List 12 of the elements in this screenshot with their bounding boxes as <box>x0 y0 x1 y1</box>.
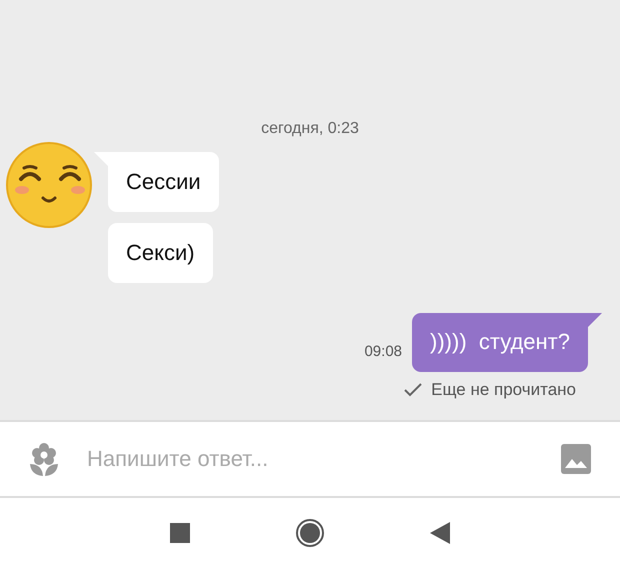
message-time: 09:08 <box>364 343 402 360</box>
recents-icon[interactable] <box>170 522 190 542</box>
read-status: Еще не прочитано <box>431 380 576 400</box>
reply-bar[interactable]: Напишите ответ... <box>0 422 620 498</box>
message-bubble: Секси) <box>108 223 213 283</box>
date-label: сегодня, 0:23 <box>261 120 359 138</box>
image-icon[interactable] <box>561 444 591 474</box>
flower-icon[interactable] <box>29 442 59 476</box>
reply-input-field[interactable]: Напишите ответ... <box>87 440 533 478</box>
home-icon[interactable] <box>295 518 325 548</box>
check-icon <box>403 383 424 397</box>
back-icon[interactable] <box>430 522 450 544</box>
